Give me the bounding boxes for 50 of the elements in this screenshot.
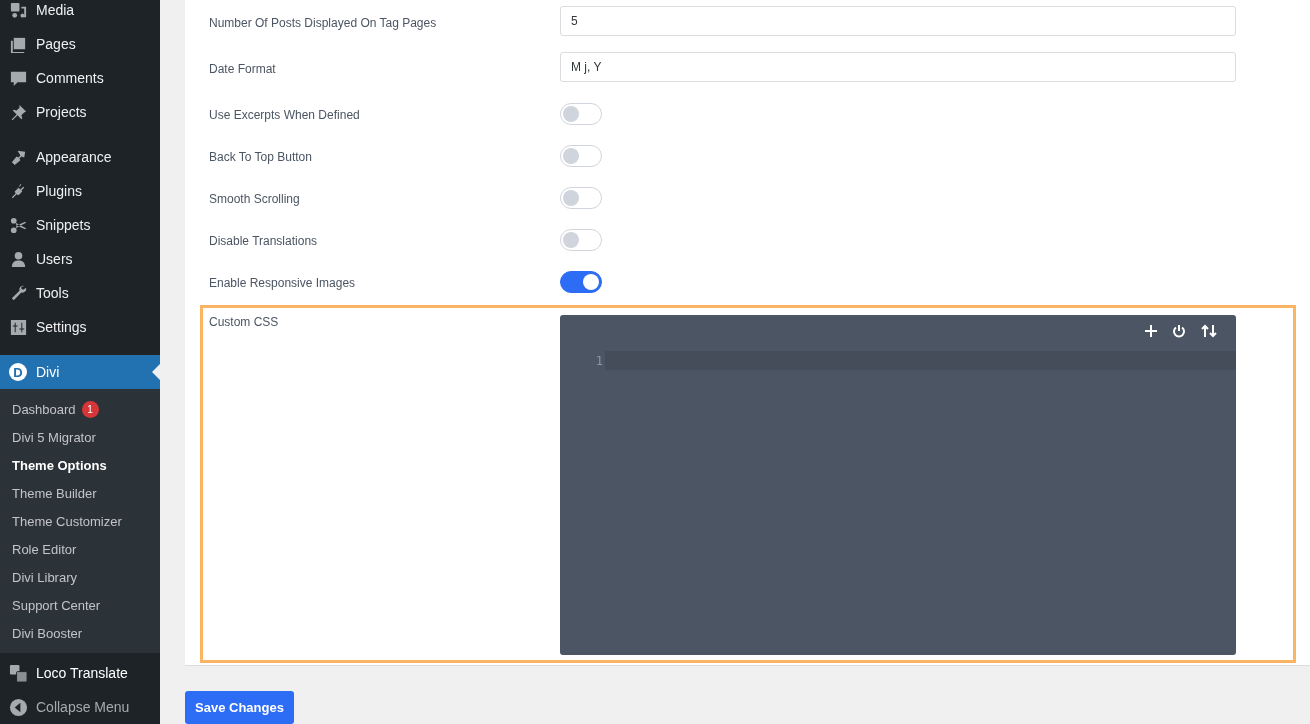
save-changes-button[interactable]: Save Changes <box>185 690 294 724</box>
menu-item[interactable]: Loco Translate <box>0 656 160 690</box>
text-input-field[interactable]: 5 <box>560 6 1236 36</box>
menu-label: Divi <box>36 364 60 380</box>
sort-arrows-icon[interactable] <box>1200 324 1218 338</box>
menu-item[interactable]: Appearance <box>0 140 160 174</box>
collapse-icon <box>9 697 28 717</box>
scissors-icon <box>9 215 28 235</box>
collapse-menu-button[interactable]: Collapse Menu <box>0 690 160 724</box>
menu-item[interactable]: Users <box>0 242 160 276</box>
power-icon[interactable] <box>1172 324 1186 338</box>
menu-item-current[interactable]: D Divi <box>0 355 160 389</box>
setting-label: Smooth Scrolling <box>209 192 301 206</box>
menu-item[interactable]: Projects <box>0 95 160 129</box>
setting-label: Back To Top Button <box>209 150 313 164</box>
submenu-item[interactable]: Divi Booster <box>12 625 83 641</box>
menu-item[interactable]: Media <box>0 0 160 27</box>
media-icon <box>9 0 28 20</box>
menu-item[interactable]: Snippets <box>0 208 160 242</box>
setting-label: Enable Responsive Images <box>209 276 357 290</box>
menu-item[interactable]: Plugins <box>0 174 160 208</box>
plus-icon[interactable] <box>1144 324 1158 338</box>
toggle-switch[interactable] <box>560 271 602 293</box>
wrench-icon <box>9 283 28 303</box>
divi-logo-icon: D <box>9 363 27 381</box>
current-pointer <box>152 364 160 380</box>
submenu-item[interactable]: Support Center <box>12 597 101 613</box>
submenu-item[interactable]: Theme Options <box>12 457 107 473</box>
setting-label: Number Of Posts Displayed On Tag Pages <box>209 16 438 30</box>
setting-label: Disable Translations <box>209 234 319 248</box>
line-number: 1 <box>594 353 604 368</box>
setting-label: Date Format <box>209 62 277 76</box>
submenu-item[interactable]: Divi 5 Migrator <box>12 429 96 445</box>
pin-icon <box>9 102 28 122</box>
submenu-item[interactable]: Dashboard <box>12 401 76 417</box>
text-input-field[interactable]: M j, Y <box>560 52 1236 82</box>
submenu-item[interactable]: Role Editor <box>12 541 77 557</box>
submenu-item[interactable]: Theme Builder <box>12 485 97 501</box>
sliders-icon <box>9 317 28 337</box>
menu-item[interactable]: Tools <box>0 276 160 310</box>
menu-item[interactable]: Comments <box>0 61 160 95</box>
submenu-item[interactable]: Divi Library <box>12 569 77 585</box>
setting-label: Use Excerpts When Defined <box>209 108 361 122</box>
notification-badge: 1 <box>81 400 99 418</box>
submenu-item[interactable]: Theme Customizer <box>12 513 122 529</box>
menu-item[interactable]: Pages <box>0 27 160 61</box>
user-icon <box>9 249 28 269</box>
menu-item[interactable]: Settings <box>0 310 160 344</box>
translate-icon <box>9 663 28 683</box>
setting-label: Custom CSS <box>209 315 280 331</box>
